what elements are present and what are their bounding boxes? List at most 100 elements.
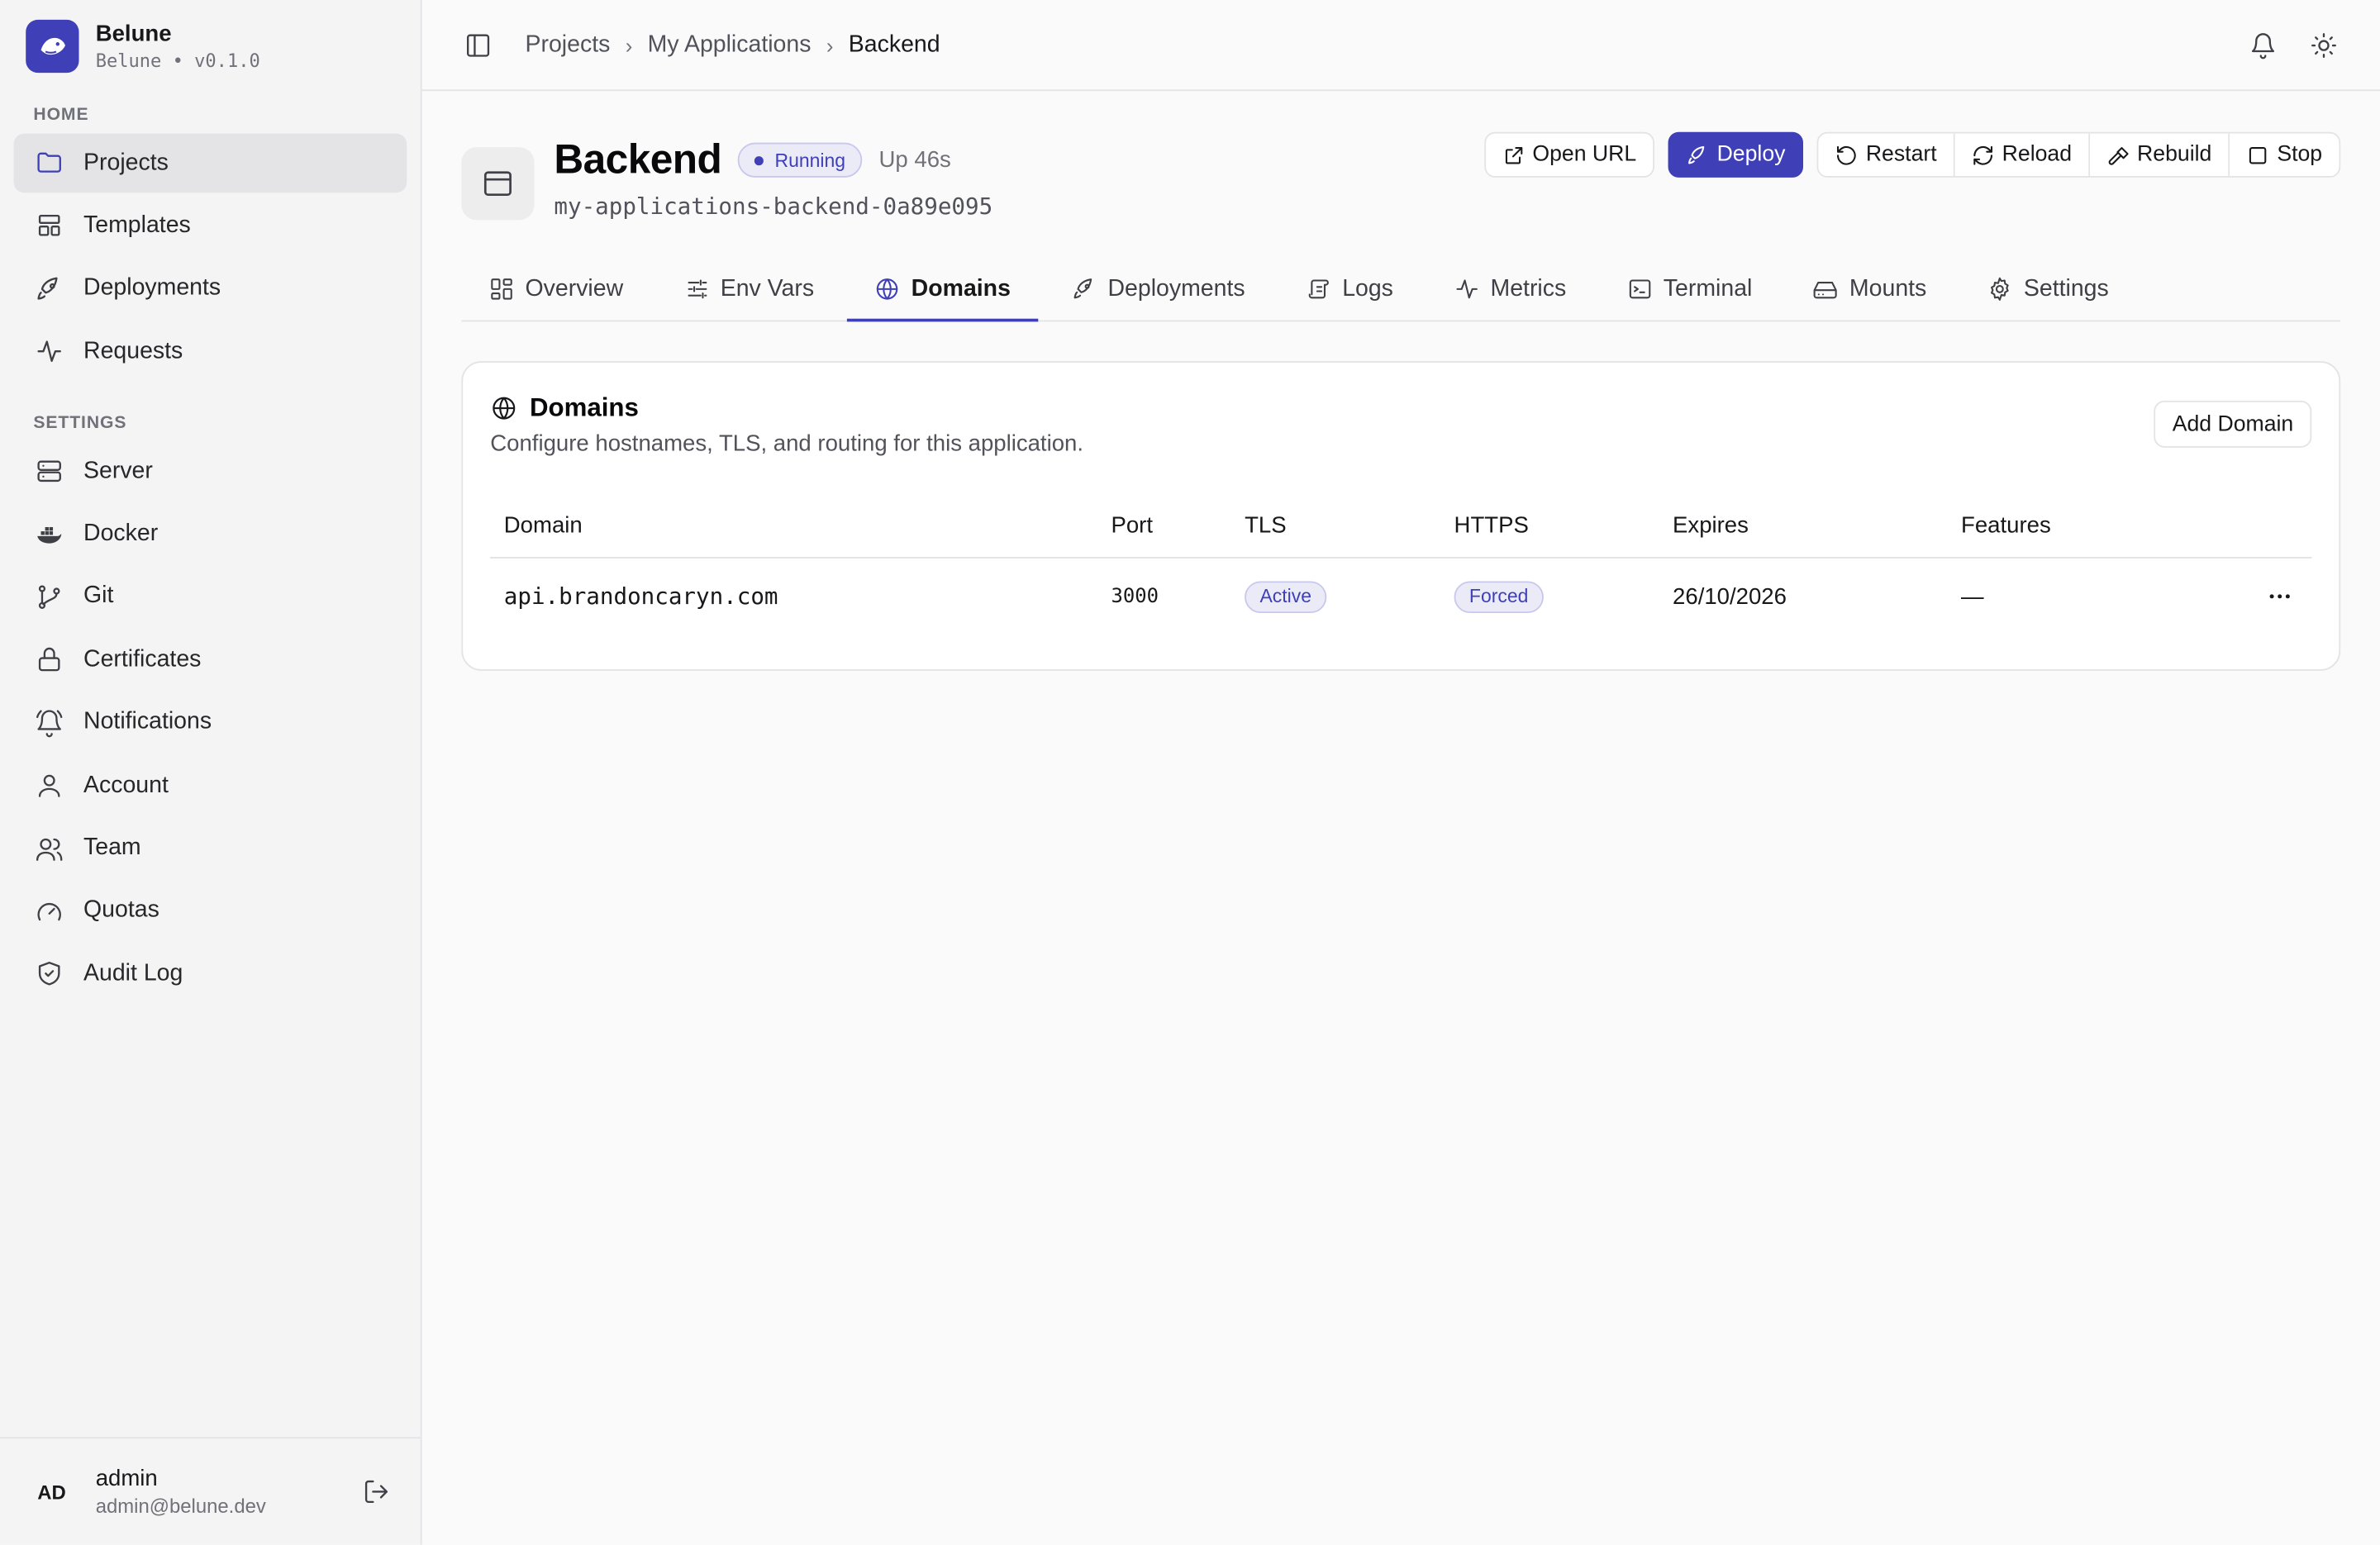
- card-title: Domains: [530, 392, 639, 422]
- user-name: admin: [95, 1466, 158, 1492]
- sidebar-item-label: Quotas: [83, 897, 159, 924]
- tab-settings[interactable]: Settings: [1960, 258, 2136, 320]
- stop-label: Stop: [2277, 142, 2323, 168]
- sidebar-item-label: Server: [83, 458, 153, 484]
- bell-icon[interactable]: [2246, 28, 2279, 61]
- sidebar-item-account[interactable]: Account: [14, 756, 407, 815]
- bell-icon: [33, 707, 64, 738]
- sidebar-item-label: Requests: [83, 337, 183, 364]
- rebuild-button[interactable]: Rebuild: [2090, 133, 2230, 177]
- section-label-settings: SETTINGS: [33, 414, 127, 433]
- sidebar-item-docker[interactable]: Docker: [14, 505, 407, 564]
- sidebar-toggle-icon[interactable]: [461, 28, 494, 61]
- page-title: Backend: [554, 136, 722, 183]
- restart-button[interactable]: Restart: [1818, 133, 1955, 177]
- gear-icon: [1991, 277, 2010, 301]
- card-description: Configure hostnames, TLS, and routing fo…: [490, 430, 1084, 457]
- rocket-icon: [1073, 278, 1092, 299]
- more-horizontal-icon[interactable]: [2262, 578, 2298, 615]
- brand-version: Belune • v0.1.0: [95, 49, 260, 71]
- sidebar-item-requests[interactable]: Requests: [14, 322, 407, 382]
- topbar: Projects › My Applications › Backend: [421, 0, 2380, 92]
- column-actions: [2235, 496, 2312, 558]
- breadcrumb-projects[interactable]: Projects: [525, 31, 610, 59]
- sun-icon[interactable]: [2307, 28, 2340, 61]
- sidebar-item-deployments[interactable]: Deployments: [14, 259, 407, 319]
- tab-metrics[interactable]: Metrics: [1426, 258, 1593, 320]
- reload-button[interactable]: Reload: [1954, 133, 2091, 177]
- globe-icon: [493, 397, 516, 420]
- tab-label: Overview: [525, 275, 624, 302]
- domain-cell[interactable]: api.brandoncaryn.com: [490, 557, 1097, 636]
- column-https: HTTPS: [1440, 496, 1659, 558]
- sidebar-item-server[interactable]: Server: [14, 442, 407, 502]
- tab-logs[interactable]: Logs: [1278, 258, 1421, 320]
- port-cell: 3000: [1111, 585, 1159, 609]
- rocket-icon: [33, 273, 64, 304]
- external-link-icon: [1505, 146, 1522, 164]
- user-email: admin@belune.dev: [95, 1495, 266, 1518]
- breadcrumb-my-applications[interactable]: My Applications: [648, 31, 812, 59]
- brand[interactable]: Belune Belune • v0.1.0: [0, 0, 421, 91]
- tab-mounts[interactable]: Mounts: [1786, 258, 1954, 320]
- sidebar-item-label: Team: [83, 834, 141, 861]
- folder-icon: [33, 148, 64, 178]
- rocket-icon: [1688, 145, 1705, 164]
- avatar[interactable]: AD: [26, 1466, 77, 1517]
- scroll-icon: [1309, 279, 1330, 299]
- tab-env-vars[interactable]: Env Vars: [657, 258, 842, 320]
- deploy-button[interactable]: Deploy: [1668, 131, 1804, 178]
- sidebar-item-label: Deployments: [83, 274, 221, 302]
- stop-button[interactable]: Stop: [2230, 133, 2340, 177]
- sidebar-item-git[interactable]: Git: [14, 568, 407, 627]
- hammer-icon: [2108, 146, 2129, 164]
- globe-icon: [877, 278, 898, 300]
- logout-icon[interactable]: [358, 1473, 394, 1509]
- domains-table: Domain Port TLS HTTPS Expires Features a…: [490, 496, 2312, 636]
- sidebar-item-notifications[interactable]: Notifications: [14, 693, 407, 753]
- sidebar-item-label: Certificates: [83, 646, 202, 673]
- grid-icon: [491, 278, 512, 300]
- table-header-row: Domain Port TLS HTTPS Expires Features: [490, 496, 2312, 558]
- status-badge: Running: [738, 142, 863, 178]
- tab-domains[interactable]: Domains: [847, 258, 1039, 322]
- section-label-home: HOME: [33, 106, 89, 125]
- sidebar-item-templates[interactable]: Templates: [14, 197, 407, 256]
- brand-name: Belune: [95, 20, 172, 47]
- add-domain-button[interactable]: Add Domain: [2154, 400, 2312, 448]
- tab-overview[interactable]: Overview: [461, 258, 650, 320]
- tab-terminal[interactable]: Terminal: [1600, 258, 1780, 320]
- restart-label: Restart: [1865, 142, 1937, 168]
- sidebar-item-quotas[interactable]: Quotas: [14, 882, 407, 941]
- column-tls: TLS: [1230, 496, 1441, 558]
- open-url-button[interactable]: Open URL: [1483, 131, 1655, 178]
- tab-bar: Overview Env Vars Domains Deployments Lo…: [461, 258, 2341, 322]
- sidebar: Belune Belune • v0.1.0 HOME Projects Tem…: [0, 0, 422, 1545]
- sidebar-item-projects[interactable]: Projects: [13, 133, 407, 193]
- sliders-icon: [687, 279, 707, 299]
- sidebar-item-team[interactable]: Team: [14, 819, 407, 878]
- app-slug: my-applications-backend-0a89e095: [554, 193, 993, 221]
- app-header: Backend Running Up 46s my-applications-b…: [422, 91, 2380, 227]
- tab-label: Logs: [1342, 275, 1393, 302]
- layout-icon: [33, 211, 64, 241]
- domains-card: Domains Configure hostnames, TLS, and ro…: [461, 361, 2341, 671]
- https-badge: Forced: [1454, 580, 1544, 613]
- sidebar-item-audit-log[interactable]: Audit Log: [14, 944, 407, 1004]
- sidebar-item-certificates[interactable]: Certificates: [14, 630, 407, 690]
- belune-logo-icon: [26, 18, 79, 73]
- sidebar-item-label: Git: [83, 583, 114, 610]
- refresh-icon: [1973, 145, 1993, 164]
- gauge-icon: [33, 896, 64, 926]
- table-row: api.brandoncaryn.com 3000 Active Forced …: [490, 557, 2311, 636]
- tls-badge: Active: [1245, 580, 1327, 613]
- tls-cell: Active: [1231, 557, 1440, 636]
- tab-label: Domains: [911, 275, 1011, 302]
- terminal-icon: [1629, 279, 1651, 299]
- tab-label: Terminal: [1663, 275, 1753, 302]
- tab-deployments[interactable]: Deployments: [1044, 258, 1272, 320]
- https-cell: Forced: [1440, 557, 1659, 636]
- hard-drive-icon: [1814, 282, 1838, 299]
- git-branch-icon: [33, 582, 64, 612]
- sidebar-item-label: Notifications: [83, 709, 212, 735]
